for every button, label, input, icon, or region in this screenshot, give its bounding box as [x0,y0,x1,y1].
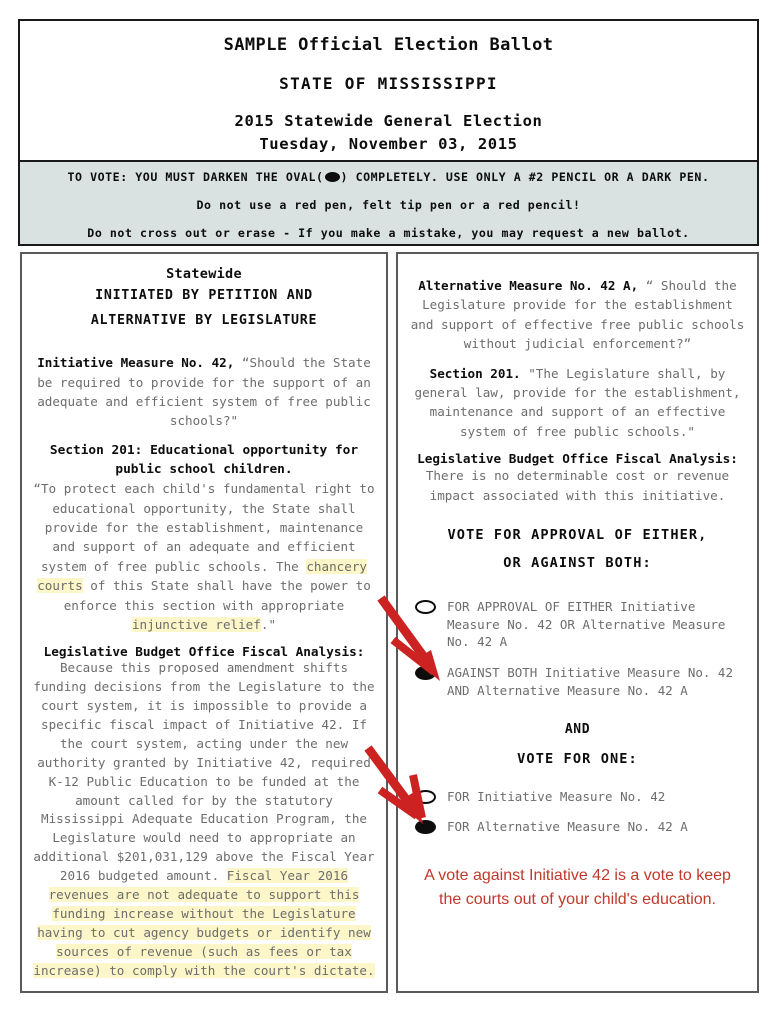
initiated-heading-line-2: ALTERNATIVE BY LEGISLATURE [90,312,318,328]
initiative-42-lead: Initiative Measure No. 42, [37,355,235,371]
alternative-42a-lead: Alternative Measure No. 42 A, [418,278,639,293]
section-201-body: “To protect each child's fundamental rig… [31,479,377,634]
right-lbo-body: There is no determinable cost or revenue… [425,468,730,503]
election-title: 2015 Statewide General Election [234,112,543,130]
annotation-red-note-line-1: A vote against Initiative 42 is a vote t… [424,867,731,885]
ballot-oval-filled-icon[interactable] [415,666,436,681]
ballot-oval-empty-icon[interactable] [415,789,436,804]
instruction-line-2: Do not use a red pen, felt tip pen or a … [196,198,581,212]
right-section-201-lead: Section 201. [429,365,521,381]
section-201-text-b: of this State shall have the power to en… [63,578,371,613]
statewide-heading: Statewide [166,266,242,282]
vote-for-one-heading: VOTE FOR ONE: [517,750,638,767]
ballot-option-for-alternative-42a[interactable]: FOR Alternative Measure No. 42 A [407,818,748,836]
section-201-text-c: ." [260,616,277,632]
ballot-option-label: FOR Alternative Measure No. 42 A [447,819,688,835]
annotation-red-note: A vote against Initiative 42 is a vote t… [407,864,748,912]
ballot-option-for-initiative-42[interactable]: FOR Initiative Measure No. 42 [407,788,748,806]
left-ballot-column: Statewide INITIATED BY PETITION AND ALTE… [20,252,388,993]
ballot-oval-filled-icon[interactable] [415,820,436,835]
instruction-line-1-prefix: TO VOTE: YOU MUST DARKEN THE OVAL( [67,170,324,184]
left-lbo-text: Because this proposed amendment shifts f… [33,660,375,884]
left-lbo-body: Because this proposed amendment shifts f… [31,659,377,980]
initiative-42-question: Initiative Measure No. 42, “Should the S… [31,353,377,431]
ballot-option-label: AGAINST BOTH Initiative Measure No. 42 A… [447,665,733,698]
ballot-option-against-both[interactable]: AGAINST BOTH Initiative Measure No. 42 A… [407,664,748,700]
voting-instructions-band: TO VOTE: YOU MUST DARKEN THE OVAL( ) COMP… [18,160,759,246]
right-ballot-column: Alternative Measure No. 42 A, “ Should t… [396,252,759,993]
filled-oval-icon [324,172,340,182]
annotation-red-note-line-2: the courts out of your child's education… [439,891,716,909]
right-lbo-heading: Legislative Budget Office Fiscal Analysi… [417,451,738,467]
highlight-injunctive-relief: injunctive relief [131,616,261,632]
section-201-heading-line-2: public school children. [115,461,293,477]
page-title: SAMPLE Official Election Ballot [223,35,554,55]
right-section-201-body: Section 201. "The Legislature shall, by … [407,364,748,442]
ballot-option-label: FOR APPROVAL OF EITHER Initiative Measur… [447,598,726,650]
highlight-fiscal-year-block: Fiscal Year 2016 revenues are not adequa… [33,868,375,978]
alternative-42a-question: Alternative Measure No. 42 A, “ Should t… [407,276,748,354]
instruction-line-1: TO VOTE: YOU MUST DARKEN THE OVAL( ) COMP… [20,170,757,184]
vote-approval-heading-line-1: VOTE FOR APPROVAL OF EITHER, [447,526,708,543]
instruction-line-3: Do not cross out or erase - If you make … [87,226,690,240]
state-title: STATE OF MISSISSIPPI [279,74,498,93]
initiated-heading-line-1: INITIATED BY PETITION AND [95,288,313,303]
ballot-page: SAMPLE Official Election Ballot STATE OF… [0,0,777,1024]
vote-approval-heading-line-2: OR AGAINST BOTH: [503,554,652,571]
left-lbo-heading: Legislative Budget Office Fiscal Analysi… [43,644,365,660]
ballot-option-label: FOR Initiative Measure No. 42 [447,788,666,804]
ballot-option-for-approval-either[interactable]: FOR APPROVAL OF EITHER Initiative Measur… [407,598,748,651]
section-201-heading-line-1: Section 201: Educational opportunity for [49,442,359,458]
ballot-header-box: SAMPLE Official Election Ballot STATE OF… [18,19,759,171]
and-connector: AND [564,721,591,737]
ballot-oval-empty-icon[interactable] [415,599,436,614]
election-date: Tuesday, November 03, 2015 [259,135,518,153]
instruction-line-1-suffix: ) COMPLETELY. USE ONLY A #2 PENCIL OR A … [340,170,710,184]
